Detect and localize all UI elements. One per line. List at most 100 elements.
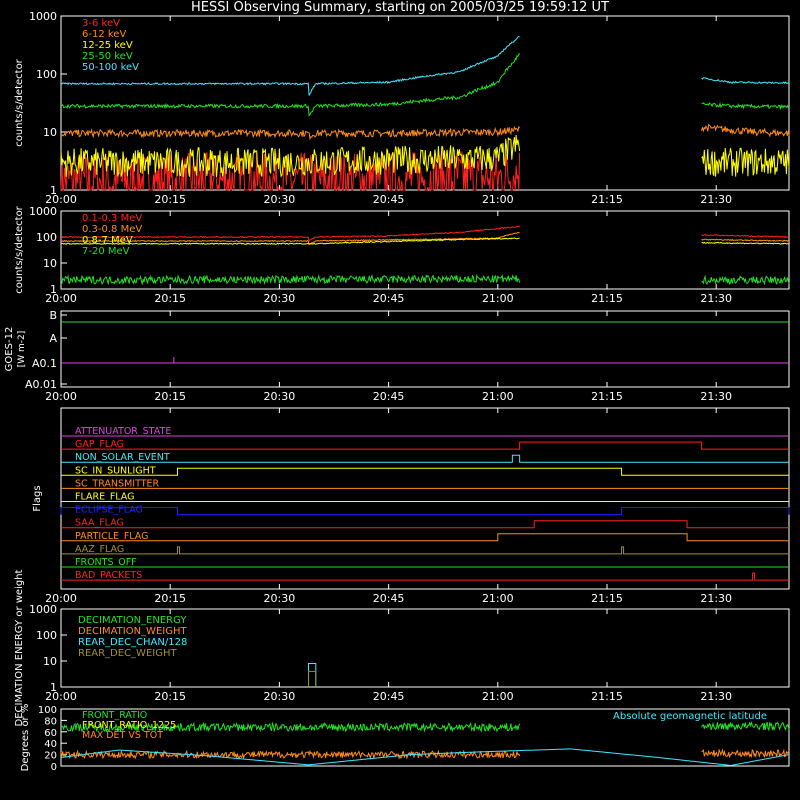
panel-decimation-series-line [308, 670, 317, 687]
panel-hxr-ytick-label: 100 [36, 68, 57, 81]
panel-gamma-legend-entry: 0.8-7 MeV [82, 235, 133, 246]
panel-hxr-legend-entry: 25-50 keV [82, 51, 133, 62]
panel-hxr-xtick-label: 20:15 [154, 193, 186, 206]
flag-label: ECLIPSE_FLAG [75, 505, 143, 516]
panel-goes-xtick-label: 20:00 [45, 390, 77, 403]
panel-ratios-legend-entry: MAX DET VS TOT [82, 730, 163, 741]
panel-hxr-series-line [701, 147, 790, 177]
panel-decimation-xtick-label: 20:15 [154, 690, 186, 703]
panel-ratios-ylabel: Degrees or % [20, 704, 31, 772]
panel-ratios-ytick-label: 80 [44, 716, 57, 727]
panel-decimation-legend-entry: DECIMATION_ENERGY [78, 615, 187, 626]
flag-label: PARTICLE_FLAG [75, 531, 148, 542]
panel-hxr-legend-entry: 50-100 keV [82, 62, 139, 73]
panel-gamma-xtick-label: 21:30 [700, 292, 732, 305]
panel-decimation-ytick-label: 100 [36, 629, 57, 642]
panel-hxr-ylabel: counts/s/detector [14, 58, 25, 146]
flag-label: ATTENUATOR_STATE [75, 426, 171, 437]
flag-label: SAA_FLAG [75, 518, 124, 529]
panel-flags-xtick-label: 21:15 [591, 592, 623, 605]
panel-gamma-series-line [701, 274, 790, 286]
panel-decimation-legend-entry: REAR_DEC_CHAN/128 [78, 637, 187, 648]
panel-hxr-legend-entry: 12-25 keV [82, 40, 133, 51]
panel-flags-xtick-label: 20:15 [154, 592, 186, 605]
flag-line [61, 546, 789, 555]
panel-goes-ytick-label: A0.1 [32, 357, 57, 370]
panel-ratios-ytick-label: 100 [38, 705, 57, 716]
panel-gamma-ytick-label: 10 [43, 257, 57, 270]
flag-line [61, 572, 789, 581]
panel-decimation-xtick-label: 21:00 [482, 690, 514, 703]
panel-gamma-legend-entry: 7-20 MeV [82, 246, 130, 257]
panel-decimation-xtick-label: 21:30 [700, 690, 732, 703]
panel-flags-ylabel: Flags [32, 485, 43, 511]
panel-goes-ytick-label: B [49, 309, 57, 322]
panel-hxr-legend-entry: 3-6 keV [82, 18, 120, 29]
flag-line [60, 507, 790, 516]
panel-flags-xtick-label: 20:45 [373, 592, 405, 605]
panel-hxr-series-line [60, 125, 520, 141]
panel-goes-xtick-label: 20:30 [264, 390, 296, 403]
panel-ratios-series-line [701, 748, 790, 759]
panel-decimation-ytick-label: 10 [43, 655, 57, 668]
panel-gamma-xtick-label: 21:00 [482, 292, 514, 305]
panel-hxr-xtick-label: 21:30 [700, 193, 732, 206]
hessi-summary-plot: 110100100020:00 20:15 20:30 20:45 21:00 21:15… [4, 10, 790, 773]
panel-decimation-legend-entry: DECIMATION_WEIGHT [78, 626, 187, 637]
panel-goes-xtick-label: 20:15 [154, 390, 186, 403]
panel-hxr-series-line [701, 77, 790, 85]
panel-decimation-xtick-label: 20:30 [264, 690, 296, 703]
panel-decimation-xtick-label: 20:00 [45, 690, 77, 703]
panel-gamma-series-line [60, 273, 521, 286]
panel-gamma-ytick-label: 1000 [29, 205, 57, 218]
flag-line [61, 533, 789, 542]
panel-hxr-series-line [701, 102, 790, 111]
panel-gamma-series-line [701, 234, 790, 239]
panel-goes-xtick-label: 21:00 [482, 390, 514, 403]
panel-gamma-xtick-label: 20:30 [264, 292, 296, 305]
flag-line [61, 454, 789, 463]
flag-line [61, 441, 789, 450]
flag-label: SC_IN_SUNLIGHT [75, 465, 156, 476]
panel-ratios-ytick-label: 60 [44, 728, 57, 739]
panel-gamma-xtick-label: 20:45 [373, 292, 405, 305]
flag-label: GAP_FLAG [75, 439, 124, 450]
panel-gamma-xtick-label: 20:15 [154, 292, 186, 305]
panel-ratios-ytick-label: 40 [44, 739, 57, 750]
panel-decimation-ytick-label: 1000 [29, 603, 57, 616]
panel-gamma-xtick-label: 21:15 [591, 292, 623, 305]
flag-line [61, 467, 789, 476]
panel-ratios-annotation: Absolute geomagnetic latitude [613, 711, 767, 722]
panel-ratios-series-line [701, 720, 790, 732]
flag-label: FRONTS_OFF [75, 557, 137, 568]
panel-decimation-ylabel: DECIMATION ENERGY or weight [14, 569, 25, 726]
panel-hxr-legend-entry: 6-12 keV [82, 29, 126, 40]
panel-ratios-ytick-label: 20 [44, 751, 57, 762]
panel-hxr-ytick-label: 1000 [29, 10, 57, 23]
panel-gamma-ytick-label: 100 [36, 231, 57, 244]
panel-flags-xtick-label: 20:30 [264, 592, 296, 605]
panel-ratios-ytick-label: 0 [51, 762, 57, 773]
panel-decimation-xtick-label: 21:15 [591, 690, 623, 703]
panel-goes-ylabel-unit: [W m-2] [17, 331, 27, 368]
panel-goes-xtick-label: 21:15 [591, 390, 623, 403]
flag-line [61, 520, 789, 529]
flag-label: NON_SOLAR_EVENT [75, 452, 170, 463]
panel-decimation-legend-entry: REAR_DEC_WEIGHT [78, 648, 177, 659]
panel-hxr-xtick-label: 21:15 [591, 193, 623, 206]
panel-decimation-xtick-label: 20:45 [373, 690, 405, 703]
panel-ratios-series-line [60, 748, 789, 766]
panel-gamma-series-line [701, 241, 790, 245]
panel-goes-xtick-label: 21:30 [700, 390, 732, 403]
panel-hxr-series-line [701, 124, 790, 138]
panel-flags-xtick-label: 21:00 [482, 592, 514, 605]
panel-hxr-xtick-label: 20:30 [264, 193, 296, 206]
flag-label: AAZ_FLAG [75, 544, 124, 555]
panel-gamma-xtick-label: 20:00 [45, 292, 77, 305]
panel-hxr-xtick-label: 20:45 [373, 193, 405, 206]
panel-goes-ytick-label: A [49, 332, 57, 345]
panel-gamma-series-line [701, 238, 790, 243]
panel-gamma-legend-entry: 0.3-0.8 MeV [82, 224, 142, 235]
flag-label: FLARE_FLAG [75, 492, 135, 503]
panel-hxr-ytick-label: 10 [43, 126, 57, 139]
